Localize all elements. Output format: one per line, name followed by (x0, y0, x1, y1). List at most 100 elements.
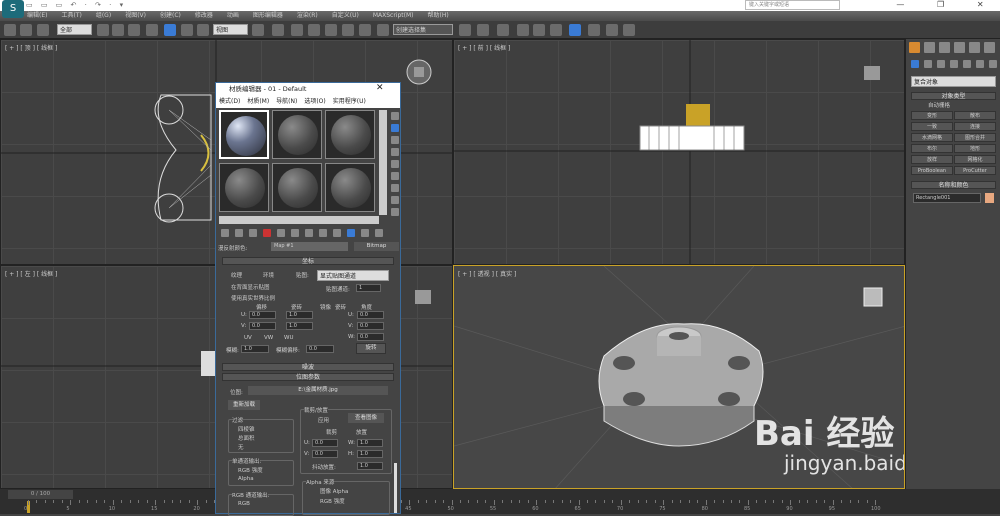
menu-item[interactable]: 动画 (227, 11, 239, 21)
material-sample-slot[interactable] (272, 110, 322, 159)
filter-sat-radio[interactable]: 总面积 (238, 434, 255, 442)
render-icon[interactable] (623, 24, 635, 36)
render-setup-icon[interactable] (588, 24, 600, 36)
backlight-icon[interactable] (391, 124, 399, 132)
name-color-rollout[interactable]: 名称和颜色 (911, 181, 996, 189)
rendered-frame-window-icon[interactable] (606, 24, 618, 36)
lights-icon[interactable] (937, 60, 945, 68)
menu-item[interactable]: 帮助(H) (428, 11, 449, 21)
map-channel-spinner[interactable]: 1 (356, 284, 381, 292)
bitmap-path-button[interactable]: E:\金属材质.jpg (248, 386, 388, 395)
bitmap-params-rollout[interactable]: 位图参数 (222, 373, 394, 381)
select-by-name-icon[interactable] (112, 24, 124, 36)
show-end-result-icon[interactable] (347, 229, 355, 237)
put-to-scene-icon[interactable] (235, 229, 243, 237)
shapes-icon[interactable] (924, 60, 932, 68)
object-type-button[interactable]: 水滴网格 (911, 133, 953, 142)
show-map-icon[interactable] (333, 229, 341, 237)
texture-radio[interactable]: 纹理 (231, 271, 242, 279)
align-icon[interactable] (477, 24, 489, 36)
menu-item[interactable]: 工具(T) (61, 11, 81, 21)
cameras-icon[interactable] (950, 60, 958, 68)
object-type-button[interactable]: 网格化 (954, 155, 996, 164)
viewport-front[interactable]: [ + ] [ 前 ] [ 线框 ] (453, 39, 905, 265)
crop-h-spinner[interactable]: 1.0 (357, 450, 383, 458)
selection-filter-dropdown[interactable]: 全部 (57, 24, 92, 35)
object-type-button[interactable]: 布尔 (911, 144, 953, 153)
material-sample-slot[interactable] (219, 163, 269, 212)
reference-coord-dropdown[interactable]: 视图 (213, 24, 248, 35)
dialog-menu-item[interactable]: 材质(M) (247, 96, 269, 108)
crop-u-spinner[interactable]: 0.0 (312, 439, 338, 447)
menu-item[interactable]: 编辑(E) (27, 11, 47, 21)
object-name-field[interactable]: Rectangle001 (913, 193, 981, 203)
material-navigator-icon[interactable] (391, 208, 399, 216)
vw-radio[interactable]: VW (264, 335, 273, 341)
curve-editor-icon[interactable] (533, 24, 545, 36)
coordinates-rollout[interactable]: 坐标 (222, 257, 394, 265)
systems-icon[interactable] (989, 60, 997, 68)
snap-toggle-icon[interactable] (308, 24, 320, 36)
wu-radio[interactable]: WU (284, 335, 293, 341)
rgb-radio[interactable]: RGB (238, 501, 250, 507)
material-sample-slot[interactable] (219, 110, 269, 159)
place-radio[interactable]: 放置 (356, 428, 367, 436)
unlink-icon[interactable] (20, 24, 32, 36)
object-type-rollout[interactable]: 对象类型 (911, 92, 996, 100)
object-type-button[interactable]: ProCutter (954, 166, 996, 175)
mirror-icon[interactable] (459, 24, 471, 36)
move-icon[interactable] (164, 24, 176, 36)
search-input[interactable]: 键入关键字或短语 (745, 0, 840, 10)
window-crossing-icon[interactable] (146, 24, 158, 36)
rotate-icon[interactable] (181, 24, 193, 36)
object-type-button[interactable]: 变形 (911, 111, 953, 120)
object-type-button[interactable]: 一致 (911, 122, 953, 131)
object-type-button[interactable]: 连接 (954, 122, 996, 131)
image-alpha-radio[interactable]: 图像 Alpha (320, 487, 348, 495)
u-angle-spinner[interactable]: 0.0 (357, 311, 384, 319)
crop-radio[interactable]: 裁剪 (326, 428, 337, 436)
motion-tab-icon[interactable] (954, 42, 965, 53)
scale-icon[interactable] (197, 24, 209, 36)
dialog-menu-item[interactable]: 模式(D) (219, 96, 240, 108)
filter-none-radio[interactable]: 无 (238, 443, 244, 451)
crop-v-spinner[interactable]: 0.0 (312, 450, 338, 458)
spacewarps-icon[interactable] (976, 60, 984, 68)
menu-item[interactable]: 组(G) (96, 11, 111, 21)
hierarchy-tab-icon[interactable] (939, 42, 950, 53)
u-tiling-spinner[interactable]: 1.0 (286, 311, 313, 319)
angle-snap-icon[interactable] (325, 24, 337, 36)
reset-map-icon[interactable] (263, 229, 271, 237)
object-type-button[interactable]: 地形 (954, 144, 996, 153)
apply-checkbox[interactable]: 应用 (318, 416, 329, 424)
object-category-dropdown[interactable]: 复合对象 (911, 76, 996, 87)
menu-item[interactable]: 渲染(R) (297, 11, 318, 21)
utilities-tab-icon[interactable] (984, 42, 995, 53)
menu-item[interactable]: 视图(V) (125, 11, 146, 21)
named-selection-dropdown[interactable]: 创建选择集 (393, 24, 453, 35)
vertical-scrollbar[interactable] (379, 110, 387, 215)
go-forward-icon[interactable] (375, 229, 383, 237)
rotate-button[interactable]: 旋转 (356, 343, 386, 354)
v-tiling-spinner[interactable]: 1.0 (286, 322, 313, 330)
helpers-icon[interactable] (963, 60, 971, 68)
material-sample-slot[interactable] (272, 163, 322, 212)
material-id-icon[interactable] (319, 229, 327, 237)
mono-rgb-radio[interactable]: RGB 强度 (238, 466, 263, 474)
w-angle-spinner[interactable]: 0.0 (357, 333, 384, 341)
edit-named-selection-icon[interactable] (377, 24, 389, 36)
spinner-snap-icon[interactable] (359, 24, 371, 36)
object-type-button[interactable]: 散布 (954, 111, 996, 120)
menu-item[interactable]: MAXScript(M) (373, 11, 414, 21)
material-editor-icon[interactable] (569, 24, 581, 36)
select-object-icon[interactable] (97, 24, 109, 36)
object-type-button[interactable]: 图形合并 (954, 133, 996, 142)
minimize-button[interactable]: — (896, 0, 904, 11)
viewport-perspective[interactable]: [ + ] [ 透视 ] [ 真实 ] Bai 经验 jingyan.baidu… (453, 265, 905, 489)
put-to-library-icon[interactable] (305, 229, 313, 237)
sample-type-icon[interactable] (391, 112, 399, 120)
view-image-button[interactable]: 查看图像 (348, 413, 384, 423)
graphite-tools-icon[interactable] (517, 24, 529, 36)
noise-rollout[interactable]: 噪波 (222, 363, 394, 371)
pivot-icon[interactable] (252, 24, 264, 36)
